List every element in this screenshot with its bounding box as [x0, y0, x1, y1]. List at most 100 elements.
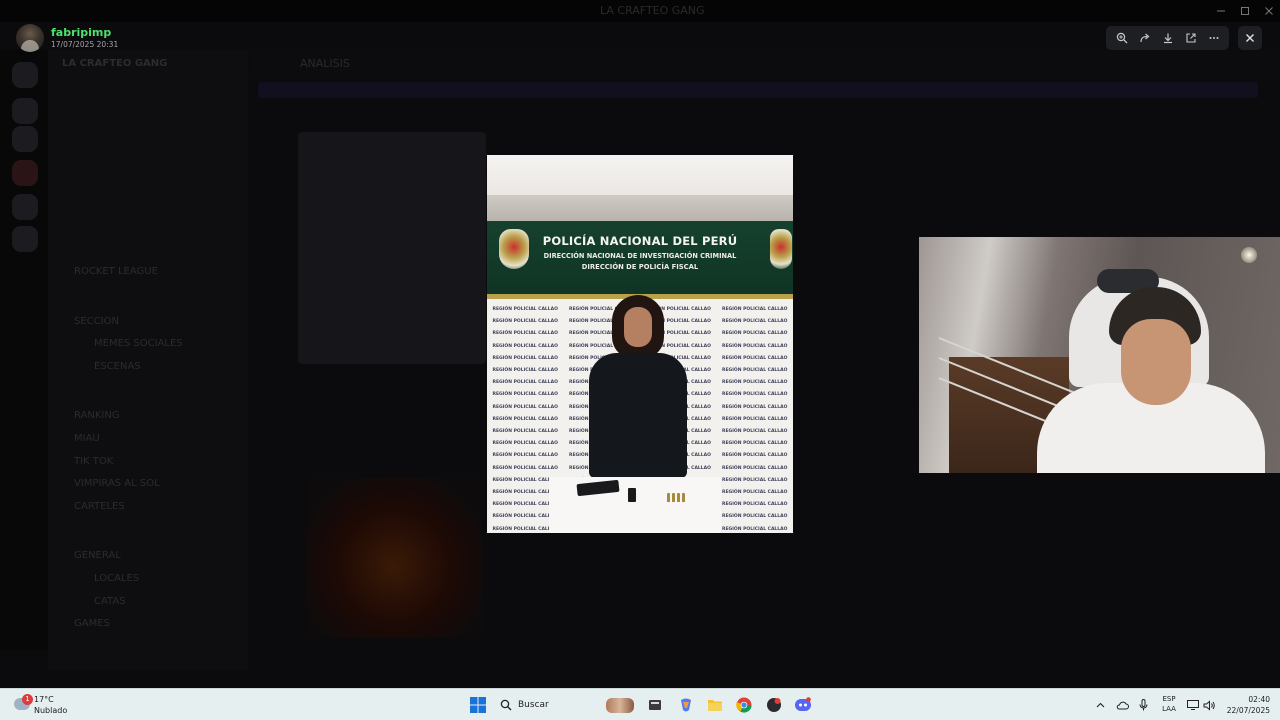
- police-banner: POLICÍA NACIONAL DEL PERÚ DIRECCIÓN NACI…: [487, 221, 793, 299]
- banner-subtitle: DIRECCIÓN NACIONAL DE INVESTIGACIÓN CRIM…: [543, 252, 737, 260]
- close-icon: [1246, 34, 1254, 42]
- download-icon[interactable]: [1159, 29, 1177, 47]
- taskbar-app-copilot[interactable]: [674, 693, 698, 717]
- keyboard-layout: LAA: [1162, 705, 1176, 713]
- backdrop-text: REGIÓN POLICIAL CALLAO: [722, 380, 788, 386]
- background-titlebar: LA CRAFTEO GANG: [0, 0, 1280, 22]
- taskbar-clock[interactable]: 02:40 22/07/2025: [1218, 694, 1270, 716]
- evidence-bullet: [682, 493, 685, 502]
- viewer-toolbar: [1106, 26, 1229, 50]
- channel-item[interactable]: LOCALES: [94, 573, 139, 584]
- input-language[interactable]: ESP LAA: [1158, 694, 1180, 714]
- backdrop-text: REGIÓN POLICIAL CALLAO: [492, 404, 558, 410]
- channel-item[interactable]: RANKING: [74, 410, 120, 421]
- search-placeholder: Buscar: [518, 700, 549, 710]
- tray-overflow-button[interactable]: [1094, 695, 1106, 715]
- taskbar-app-red[interactable]: [762, 693, 786, 717]
- webcam-overlay: [919, 237, 1280, 473]
- backdrop-text: REGIÓN POLICIAL CALLAO: [722, 343, 788, 349]
- tray-microphone[interactable]: [1136, 695, 1150, 715]
- taskbar-app-chrome[interactable]: [732, 693, 756, 717]
- backdrop-text: REGIÓN POLICIAL CALLAO: [722, 441, 788, 447]
- weather-widget[interactable]: 1 17°C Nublado: [12, 691, 112, 719]
- channel-item[interactable]: CATAS: [94, 596, 126, 607]
- channel-sidebar: LA CRAFTEO GANG ROCKET LEAGUE SECCION ME…: [48, 50, 248, 670]
- channel-header-title: ANALISIS: [300, 57, 350, 70]
- server-icon[interactable]: [12, 98, 38, 124]
- background-window-title: LA CRAFTEO GANG: [600, 4, 705, 17]
- close-viewer-button[interactable]: [1238, 26, 1262, 50]
- notice-bar: [258, 82, 1258, 98]
- embed-card: [298, 132, 486, 364]
- channel-item[interactable]: GENERAL: [74, 550, 121, 561]
- forward-icon[interactable]: [1136, 29, 1154, 47]
- taskbar-search[interactable]: Buscar: [494, 693, 644, 717]
- server-list: [0, 50, 48, 650]
- minimize-icon[interactable]: [1214, 5, 1228, 17]
- search-highlight-image: [606, 698, 634, 713]
- window-close-icon[interactable]: [1262, 5, 1276, 17]
- tray-network-app[interactable]: [1114, 695, 1130, 715]
- server-icon[interactable]: [12, 126, 38, 152]
- backdrop-text: REGIÓN POLICIAL CALLAO: [722, 331, 788, 337]
- start-button[interactable]: [466, 693, 490, 717]
- backdrop-text: REGIÓN POLICIAL CALLAO: [492, 416, 558, 422]
- channel-item[interactable]: TIK TOK: [74, 456, 113, 467]
- uploader-name[interactable]: fabripimp: [51, 26, 111, 39]
- more-icon[interactable]: [1205, 29, 1223, 47]
- backdrop-text: REGIÓN POLICIAL CALLAO: [492, 355, 558, 361]
- tray-network[interactable]: [1186, 695, 1200, 715]
- chevron-up-icon: [1096, 702, 1104, 708]
- webcam-lamp: [1241, 247, 1257, 263]
- backdrop-text: REGIÓN POLICIAL CALLAO: [722, 453, 788, 459]
- channel-item[interactable]: ESCENAS: [94, 361, 141, 372]
- language-code: ESP: [1162, 695, 1176, 703]
- taskbar-app-explorer[interactable]: [643, 693, 667, 717]
- channel-item[interactable]: MIAU: [74, 433, 100, 444]
- backdrop-text: REGIÓN POLICIAL CALLAO: [492, 453, 558, 459]
- backdrop-text: REGIÓN POLICIAL CALLAO: [722, 514, 788, 520]
- speaker-icon: [1203, 699, 1215, 711]
- avatar[interactable]: [16, 24, 44, 52]
- banner-title: POLICÍA NACIONAL DEL PERÚ: [542, 234, 738, 248]
- clock-date: 22/07/2025: [1226, 706, 1270, 715]
- channel-item[interactable]: SECCION: [74, 316, 119, 327]
- server-icon[interactable]: [12, 194, 38, 220]
- taskbar-app-folder[interactable]: [703, 693, 727, 717]
- backdrop-text: REGIÓN POLICIAL CALLAO: [722, 490, 788, 495]
- chrome-icon: [736, 697, 752, 713]
- channel-item[interactable]: VIMPIRAS AL SOL: [74, 478, 160, 489]
- evidence-bullet: [677, 493, 680, 502]
- tray-volume[interactable]: [1202, 695, 1216, 715]
- channel-item[interactable]: GAMES: [74, 618, 110, 629]
- server-icon[interactable]: [12, 226, 38, 252]
- backdrop-text: REGIÓN POLICIAL CALLAO: [722, 416, 788, 422]
- person-face: [624, 307, 652, 347]
- server-icon[interactable]: [12, 160, 38, 186]
- zoom-in-icon[interactable]: [1113, 29, 1131, 47]
- backdrop-text: REGIÓN POLICIAL CALLAO: [722, 355, 788, 361]
- backdrop-text: REGIÓN POLICIAL CALLAO: [722, 404, 788, 410]
- backdrop-text: REGIÓN POLICIAL CALLAO: [492, 307, 558, 312]
- search-icon: [500, 699, 512, 711]
- file-explorer-app-icon: [649, 700, 661, 710]
- server-icon[interactable]: [12, 62, 38, 88]
- evidence-magazine: [628, 488, 636, 502]
- cloud-sync-icon: [1116, 701, 1129, 709]
- maximize-icon[interactable]: [1238, 5, 1252, 17]
- taskbar-app-discord[interactable]: [791, 693, 815, 717]
- weather-alert-badge: 1: [22, 694, 33, 705]
- channel-item[interactable]: CARTELES: [74, 501, 125, 512]
- channel-item[interactable]: ROCKET LEAGUE: [74, 266, 158, 277]
- upload-timestamp: 17/07/2025 20:31: [51, 40, 119, 49]
- taskbar: 1 17°C Nublado Buscar ESP LAA 02:40 22/0…: [0, 688, 1280, 720]
- network-icon: [1187, 700, 1199, 710]
- clock-time: 02:40: [1248, 695, 1270, 704]
- backdrop-text: REGIÓN POLICIAL CALLAO: [722, 502, 788, 508]
- open-external-icon[interactable]: [1182, 29, 1200, 47]
- evidence-bullet: [672, 493, 675, 502]
- channel-item[interactable]: MEMES SOCIALES: [94, 338, 183, 349]
- viewer-image[interactable]: POLICÍA NACIONAL DEL PERÚ DIRECCIÓN NACI…: [487, 155, 793, 533]
- backdrop-text: REGIÓN POLICIAL CALLAO: [492, 343, 558, 349]
- backdrop-text: REGIÓN POLICIAL CALLAO: [492, 368, 558, 373]
